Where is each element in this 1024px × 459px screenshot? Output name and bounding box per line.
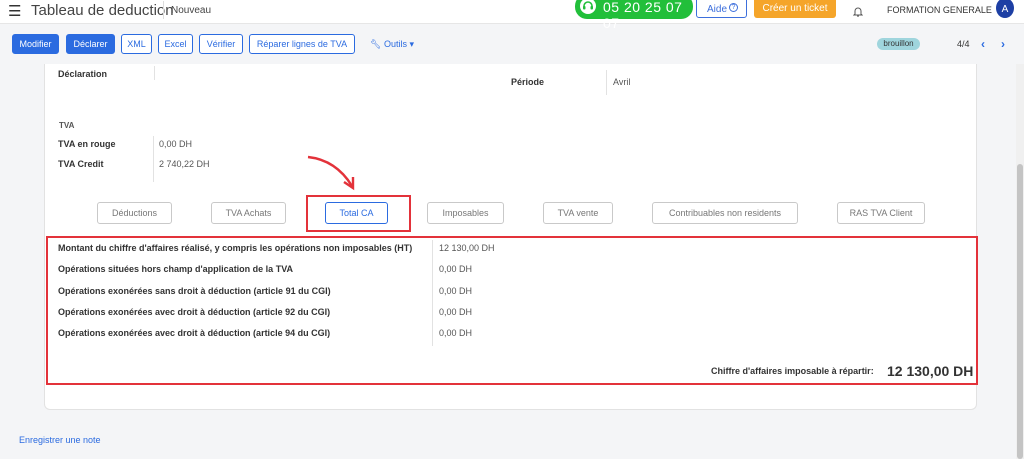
- total-ca-row-value[interactable]: 0,00 DH: [439, 328, 472, 338]
- modify-button[interactable]: Modifier: [12, 34, 59, 54]
- bell-icon[interactable]: [852, 4, 864, 22]
- declare-button[interactable]: Déclarer: [66, 34, 115, 54]
- caret-down-icon: ▾: [409, 39, 415, 49]
- column-divider: [606, 70, 607, 95]
- column-divider: [153, 136, 154, 182]
- total-ca-row-value[interactable]: 0,00 DH: [439, 286, 472, 296]
- page-scrollbar[interactable]: [1016, 64, 1024, 459]
- tab-tva-achats[interactable]: TVA Achats: [211, 202, 286, 224]
- total-ca-row-label: Montant du chiffre d'affaires réalisé, y…: [58, 243, 413, 253]
- record-name: Nouveau: [171, 5, 212, 16]
- page-title: Tableau de deduction: [31, 2, 174, 19]
- tab-ras-tva-client[interactable]: RAS TVA Client: [837, 202, 925, 224]
- create-ticket-button[interactable]: Créer un ticket: [754, 0, 836, 18]
- tab-deductions[interactable]: Déductions: [97, 202, 172, 224]
- help-button[interactable]: Aide ?: [696, 0, 747, 18]
- total-ca-row-value[interactable]: 0,00 DH: [439, 264, 472, 274]
- headset-icon: [580, 0, 596, 14]
- total-ca-row-value[interactable]: 0,00 DH: [439, 307, 472, 317]
- save-note-link[interactable]: Enregistrer une note: [19, 435, 101, 445]
- annotation-arrow-icon: [307, 155, 355, 191]
- company-name[interactable]: FORMATION GENERALE: [887, 5, 992, 15]
- repair-vat-lines-button[interactable]: Réparer lignes de TVA: [249, 34, 355, 54]
- help-label: Aide: [707, 4, 728, 15]
- menu-icon[interactable]: ☰: [8, 2, 21, 20]
- phone-button[interactable]: 05 20 25 07 07: [575, 0, 693, 31]
- pager-counter: 4/4: [957, 39, 970, 49]
- total-ca-row-label: Opérations situées hors champ d'applicat…: [58, 264, 294, 274]
- periode-label: Période: [511, 77, 545, 87]
- title-divider: [163, 1, 164, 19]
- declaration-label: Déclaration: [58, 69, 108, 79]
- tab-imposables[interactable]: Imposables: [427, 202, 504, 224]
- taxable-turnover-label: Chiffre d'affaires imposable à répartir:: [711, 366, 874, 376]
- tva-rouge-label: TVA en rouge: [58, 139, 116, 149]
- xml-button[interactable]: XML: [121, 34, 152, 54]
- avatar[interactable]: A: [996, 0, 1014, 18]
- tab-tva-vente[interactable]: TVA vente: [543, 202, 613, 224]
- tva-section-title: TVA: [59, 121, 75, 130]
- scrollbar-thumb[interactable]: [1017, 164, 1023, 459]
- wrench-icon: 🔧︎: [370, 39, 382, 49]
- column-divider: [432, 240, 433, 346]
- verify-button[interactable]: Vérifier: [199, 34, 243, 54]
- chevron-left-icon[interactable]: ‹: [981, 37, 985, 51]
- status-badge: brouillon: [877, 38, 920, 50]
- tva-rouge-value[interactable]: 0,00 DH: [159, 139, 192, 149]
- tab-highlight-box: [306, 195, 411, 232]
- action-toolbar: Modifier Déclarer XML Excel Vérifier Rép…: [0, 24, 1024, 64]
- total-ca-row-label: Opérations exonérées avec droit à déduct…: [58, 307, 331, 317]
- top-bar: ☰ Tableau de deduction Nouveau 05 20 25 …: [0, 0, 1024, 31]
- total-ca-row-label: Opérations exonérées sans droit à déduct…: [58, 286, 331, 296]
- excel-button[interactable]: Excel: [158, 34, 193, 54]
- tools-dropdown[interactable]: 🔧︎ Outils ▾: [370, 39, 414, 50]
- tools-label: Outils: [383, 39, 407, 49]
- tva-credit-label: TVA Credit: [58, 159, 104, 169]
- total-ca-row-value[interactable]: 12 130,00 DH: [439, 243, 495, 253]
- tab-contribuables-non-residents[interactable]: Contribuables non residents: [652, 202, 798, 224]
- column-divider: [154, 66, 155, 80]
- periode-value[interactable]: Avril: [613, 77, 630, 87]
- chevron-right-icon[interactable]: ›: [1001, 37, 1005, 51]
- total-ca-row-label: Opérations exonérées avec droit à déduct…: [58, 328, 331, 338]
- tva-credit-value[interactable]: 2 740,22 DH: [159, 159, 210, 169]
- taxable-turnover-value: 12 130,00 DH: [887, 363, 974, 379]
- question-icon: ?: [729, 3, 738, 12]
